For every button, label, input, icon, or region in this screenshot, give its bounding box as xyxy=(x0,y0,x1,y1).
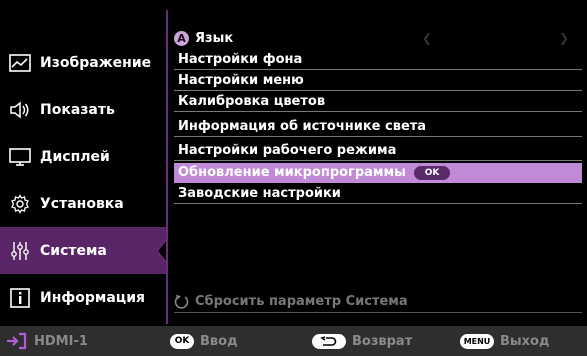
menu-item-firmware-update[interactable]: Обновление микропрограммы OK xyxy=(174,163,582,183)
menu-item-label: Настройки рабочего режима xyxy=(178,143,397,158)
sidebar-item-information[interactable]: Информация xyxy=(0,274,166,321)
exit-label: Выход xyxy=(500,333,550,349)
sidebar-item-label: Система xyxy=(40,242,107,259)
sidebar-item-label: Показать xyxy=(40,101,115,118)
sidebar-item-audio[interactable]: Показать xyxy=(0,86,166,133)
back-key-icon xyxy=(312,333,346,349)
reset-label: Сбросить параметр Система xyxy=(195,293,408,309)
info-icon xyxy=(9,287,31,309)
exit-hint: MENU Выход xyxy=(460,326,549,356)
language-icon: A xyxy=(174,30,189,46)
menu-item-language[interactable]: A Язык ❮ ❯ xyxy=(174,28,582,48)
enter-label: Ввод xyxy=(200,333,238,349)
menu-item-label: Обновление микропрограммы xyxy=(178,165,406,180)
menu-item-label: Настройки меню xyxy=(178,73,304,88)
menu-item-operation-mode[interactable]: Настройки рабочего режима xyxy=(174,141,582,161)
reset-system-button[interactable]: Сбросить параметр Система xyxy=(174,290,582,313)
input-source-icon xyxy=(6,332,28,350)
source-label: HDMI-1 xyxy=(34,333,88,349)
menu-item-label: Информация об источнике света xyxy=(178,119,427,134)
sidebar-item-setup[interactable]: Установка xyxy=(0,180,166,227)
sidebar-item-label: Информация xyxy=(40,289,145,306)
enter-hint: OK Ввод xyxy=(170,326,238,356)
osd-window: Изображение Показать Дисплей Установка С… xyxy=(0,0,587,356)
menu-key-icon: MENU xyxy=(460,333,494,349)
language-label: Язык xyxy=(195,30,234,46)
gear-icon xyxy=(9,193,31,215)
speaker-icon xyxy=(9,99,31,121)
arrow-left-icon[interactable]: ❮ xyxy=(422,31,432,45)
sidebar-item-display[interactable]: Дисплей xyxy=(0,133,166,180)
menu-item-light-source-info[interactable]: Информация об источнике света xyxy=(174,117,582,137)
image-icon xyxy=(9,52,31,74)
sidebar-item-system[interactable]: Система xyxy=(0,227,166,274)
menu-item-label: Калибровка цветов xyxy=(178,94,326,109)
monitor-icon xyxy=(9,146,31,168)
menu-item-factory-reset[interactable]: Заводские настройки xyxy=(174,184,582,204)
arrow-right-icon[interactable]: ❯ xyxy=(559,31,569,45)
return-label: Возврат xyxy=(352,333,413,349)
bottom-bar: HDMI-1 OK Ввод Возврат MENU Выход xyxy=(0,326,587,356)
menu-item-background[interactable]: Настройки фона xyxy=(174,50,582,70)
ok-key-icon: OK xyxy=(170,333,194,349)
sidebar: Изображение Показать Дисплей Установка С… xyxy=(0,0,166,326)
sidebar-item-label: Установка xyxy=(40,195,124,212)
menu-item-menu-settings[interactable]: Настройки меню xyxy=(174,71,582,91)
sidebar-item-label: Дисплей xyxy=(40,148,110,165)
reset-icon xyxy=(174,294,189,309)
sidebar-item-image[interactable]: Изображение xyxy=(0,39,166,86)
menu-item-label: Заводские настройки xyxy=(178,186,341,201)
menu-item-color-calibration[interactable]: Калибровка цветов xyxy=(174,92,582,112)
source-indicator: HDMI-1 xyxy=(6,326,88,356)
ok-button[interactable]: OK xyxy=(414,166,450,180)
sidebar-item-label: Изображение xyxy=(40,54,152,71)
sliders-icon xyxy=(9,240,31,262)
menu-item-label: Настройки фона xyxy=(178,52,303,67)
active-pointer-icon xyxy=(156,240,166,262)
system-menu-panel: A Язык ❮ ❯ Настройки фона Настройки меню… xyxy=(166,10,587,324)
return-hint: Возврат xyxy=(312,326,412,356)
